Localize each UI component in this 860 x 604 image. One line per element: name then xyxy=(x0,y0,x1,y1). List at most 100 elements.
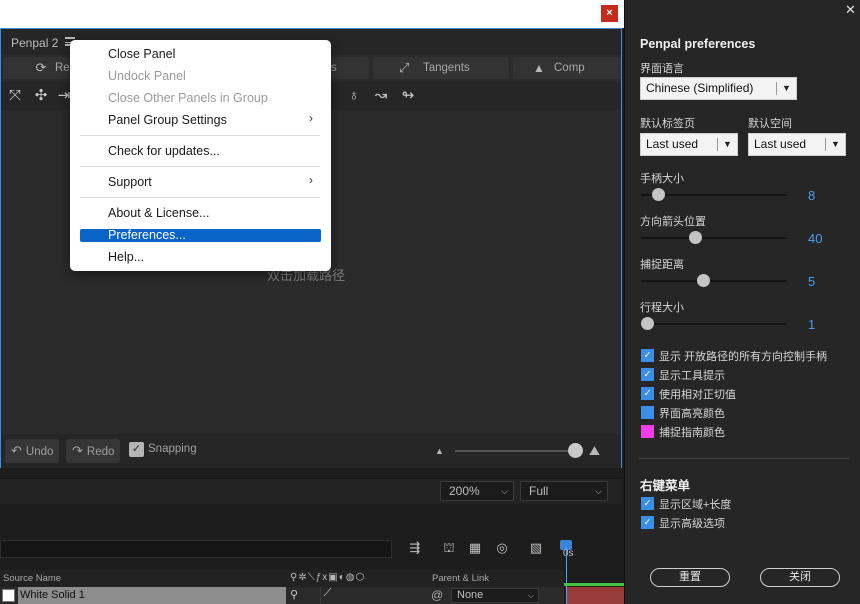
language-label: 界面语言 xyxy=(640,63,684,75)
table-row[interactable]: White Solid 1 ⚲ ⟋ @ None ⌵ xyxy=(0,587,564,604)
tab-hidden-label: s xyxy=(331,62,337,74)
menu-divider xyxy=(80,166,320,167)
handle-size-slider-thumb[interactable] xyxy=(651,188,665,201)
handle-size-slider[interactable] xyxy=(641,188,787,201)
tab-comp[interactable]: ▲ Comp xyxy=(513,57,621,79)
menu-item-support[interactable]: Support xyxy=(108,173,152,191)
tab-tangents-label: Tangents xyxy=(423,62,470,74)
menu-item-panel-group-settings[interactable]: Panel Group Settings xyxy=(108,111,227,129)
layer-color-swatch[interactable] xyxy=(2,589,15,602)
show-tooltips-label: 显示工具提示 xyxy=(659,370,725,382)
default-space-select[interactable]: Last used ▼ xyxy=(748,133,846,156)
language-select[interactable]: Chinese (Simplified) ▼ xyxy=(640,77,797,100)
chevron-down-icon: ⌵ xyxy=(527,591,534,600)
stroke-size-value: 1 xyxy=(808,317,816,332)
menu-item-check-updates[interactable]: Check for updates... xyxy=(108,142,220,160)
menu-item-about-license[interactable]: About & License... xyxy=(108,204,209,222)
close-button[interactable]: 关闭 xyxy=(760,568,840,587)
zoom-select[interactable]: 200% ⌵ xyxy=(440,481,514,501)
tab-refresh[interactable]: ⟳ Re xyxy=(3,57,70,79)
shy-switch-icon[interactable]: ⚲ xyxy=(290,588,298,601)
close-icon[interactable]: ✕ xyxy=(845,2,856,18)
default-tag-select[interactable]: Last used ▼ xyxy=(640,133,738,156)
timeline-column-header: Source Name ⚲✲⟍ƒx▣◐◍⬡ Parent & Link xyxy=(0,570,564,587)
redo-label: Redo xyxy=(86,446,115,458)
menu-item-close-panel[interactable]: Close Panel xyxy=(108,45,175,63)
pick-whip-icon[interactable]: @ xyxy=(431,588,443,602)
resolution-select[interactable]: Full ⌵ xyxy=(520,481,608,501)
curve-icon[interactable]: ↝ xyxy=(370,86,392,106)
graph-editor-icon[interactable]: ▧ xyxy=(527,540,545,556)
bulb-icon[interactable]: ♁ xyxy=(343,86,365,106)
menu-item-help[interactable]: Help... xyxy=(108,248,144,266)
show-advanced-checkbox[interactable]: ✓ xyxy=(641,516,654,529)
loop-icon[interactable]: ↬ xyxy=(397,86,419,106)
show-all-handles-label: 显示 开放路径的所有方向控制手柄 xyxy=(659,351,828,363)
chevron-down-icon: ⌵ xyxy=(595,486,602,496)
stroke-size-slider[interactable] xyxy=(641,317,787,330)
snap-distance-value: 5 xyxy=(808,274,816,289)
parent-select[interactable]: None ⌵ xyxy=(451,588,539,603)
frame-blend-icon[interactable]: ▦ xyxy=(466,540,484,556)
menu-item-undock-panel: Undock Panel xyxy=(108,69,186,83)
reset-button[interactable]: 重置 xyxy=(650,568,730,587)
quality-switch-icon[interactable]: ⟋ xyxy=(320,587,334,604)
menu-item-preferences[interactable]: Preferences... xyxy=(108,226,186,244)
collapse-icon[interactable]: ⤧ xyxy=(4,86,26,106)
tangents-icon: ⤢ xyxy=(399,60,410,75)
layer-name[interactable]: White Solid 1 xyxy=(18,587,286,604)
composition-flow-icon[interactable]: ⇶ xyxy=(406,540,424,556)
menu-divider xyxy=(80,135,320,136)
relative-tangents-label: 使用相对正切值 xyxy=(659,389,736,401)
stroke-size-slider-thumb[interactable] xyxy=(641,317,654,330)
zoom-out-mountain-icon[interactable]: ▲ xyxy=(435,446,444,456)
redo-button[interactable]: ↷ Redo xyxy=(66,439,121,463)
column-parent-link[interactable]: Parent & Link xyxy=(432,573,489,584)
zoom-slider-thumb[interactable] xyxy=(568,443,583,458)
comp-icon: ▲ xyxy=(533,61,545,75)
motion-blur-icon[interactable]: ◎ xyxy=(493,540,511,556)
relative-tangents-checkbox[interactable]: ✓ xyxy=(641,387,654,400)
preferences-title: Penpal preferences xyxy=(640,37,756,51)
snapping-checkbox[interactable]: ✓ xyxy=(129,442,144,457)
show-area-length-label: 显示区域+长度 xyxy=(659,499,732,511)
undo-icon: ↶ xyxy=(11,443,22,458)
snap-guide-color-label: 捕捉指南颜色 xyxy=(659,427,725,439)
layer-duration-bar[interactable] xyxy=(567,587,624,604)
undo-button[interactable]: ↶ Undo xyxy=(5,439,60,463)
snapping-label: Snapping xyxy=(148,443,197,455)
menu-item-close-other-panels: Close Other Panels in Group xyxy=(108,91,268,105)
close-window-button[interactable]: × xyxy=(601,5,618,22)
show-advanced-label: 显示高级选项 xyxy=(659,518,725,530)
snap-distance-slider-thumb[interactable] xyxy=(696,274,710,287)
chevron-down-icon: ⌵ xyxy=(501,486,508,496)
arrow-position-slider[interactable] xyxy=(641,231,787,244)
highlight-color-label: 界面高亮颜色 xyxy=(659,408,725,420)
snap-guide-color-swatch[interactable] xyxy=(641,425,654,438)
snap-distance-slider[interactable] xyxy=(641,274,787,287)
default-space-label: 默认空间 xyxy=(748,118,792,130)
resolution-select-value: Full xyxy=(529,484,549,498)
column-source-name[interactable]: Source Name xyxy=(3,573,61,584)
submenu-arrow-icon: › xyxy=(309,173,313,187)
zoom-in-mountain-icon[interactable]: ⛰ xyxy=(589,443,600,459)
zoom-slider-track[interactable] xyxy=(455,450,580,452)
align-center-icon[interactable]: ✣ xyxy=(30,86,52,106)
handle-size-label: 手柄大小 xyxy=(640,173,684,185)
show-area-length-checkbox[interactable]: ✓ xyxy=(641,497,654,510)
work-area-bar[interactable] xyxy=(564,583,624,586)
zoom-select-value: 200% xyxy=(449,484,480,498)
preferences-panel: ✕ Penpal preferences 界面语言 Chinese (Simpl… xyxy=(624,0,860,604)
show-tooltips-checkbox[interactable]: ✓ xyxy=(641,368,654,381)
show-all-handles-checkbox[interactable]: ✓ xyxy=(641,349,654,362)
stroke-size-label: 行程大小 xyxy=(640,302,684,314)
highlight-color-swatch[interactable] xyxy=(641,406,654,419)
tab-tangents[interactable]: ⤢ Tangents xyxy=(373,57,509,79)
timeline-search-input[interactable] xyxy=(0,540,392,558)
arrow-position-slider-thumb[interactable] xyxy=(688,231,702,244)
default-tag-label: 默认标签页 xyxy=(640,118,695,130)
menu-divider xyxy=(80,197,320,198)
timecode-label: 0s xyxy=(563,548,574,559)
context-menu-section-title: 右键菜单 xyxy=(640,479,691,493)
draft-3d-icon[interactable]: ⛫ xyxy=(440,540,458,556)
